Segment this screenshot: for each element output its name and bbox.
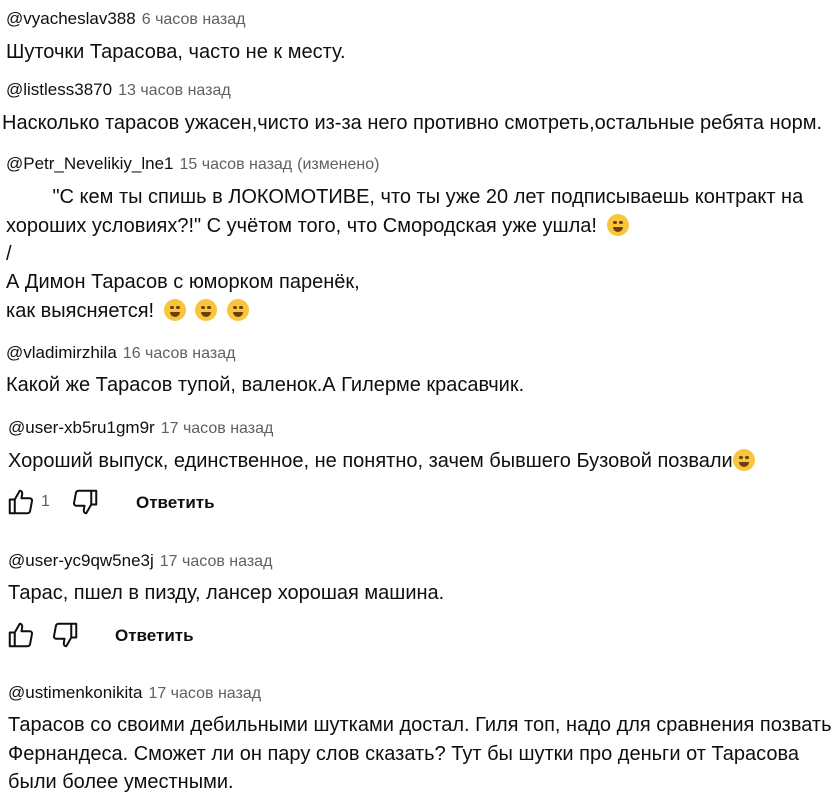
comment-text: хороших условиях?!" С учётом того, что С… — [6, 215, 597, 237]
edited-label: (изменено) — [297, 156, 380, 173]
comment-text: / — [6, 243, 12, 265]
emoji-icon — [226, 299, 249, 321]
emoji-icon — [606, 214, 629, 236]
comment-text: Шуточки Тарасова, часто не к месту. — [6, 41, 346, 63]
comment-text: "С кем ты спишь в ЛОКОМОТИВЕ, что ты уже… — [8, 186, 804, 208]
comment-time[interactable]: 17 часов назад — [160, 553, 273, 570]
reply-button[interactable]: Ответить — [115, 626, 194, 646]
comment-time[interactable]: 15 часов назад — [180, 156, 293, 173]
like-count: 1 — [41, 493, 50, 510]
comment-text: А Димон Тарасов с юморком паренёк, — [6, 271, 360, 293]
comment-author[interactable]: @user-xb5ru1gm9r — [8, 418, 155, 437]
comment-author[interactable]: @ustimenkonikita — [8, 683, 142, 702]
thumbs-down-icon[interactable] — [50, 620, 80, 650]
comment-text-line: Хороший выпуск, единственное, не понятно… — [8, 447, 755, 475]
comment-time[interactable]: 6 часов назад — [142, 11, 246, 28]
comment-author[interactable]: @vyacheslav388 — [6, 9, 136, 28]
comment-actions: 1 Ответить — [0, 487, 260, 523]
comment-author[interactable]: @vladimirzhila — [6, 343, 117, 362]
comment-text: Фернандеса. Сможет ли он пару слов сказа… — [8, 743, 800, 765]
comment-author[interactable]: @listless3870 — [6, 80, 112, 99]
comment-text: были более уместными. — [8, 771, 234, 793]
emoji-icon — [163, 299, 186, 321]
comment-text: Какой же Тарасов тупой, валенок.А Гилерм… — [6, 374, 525, 396]
reply-button[interactable]: Ответить — [136, 493, 215, 513]
comment-text-line: хороших условиях?!" С учётом того, что С… — [6, 212, 629, 240]
comment-time[interactable]: 17 часов назад — [161, 420, 274, 437]
comment-text: Хороший выпуск, единственное, не понятно… — [8, 450, 733, 472]
comment-author[interactable]: @user-yc9qw5ne3j — [8, 551, 154, 570]
comment-actions: Ответить — [0, 620, 240, 656]
comment-author[interactable]: @Petr_Nevelikiy_lne1 — [6, 154, 174, 173]
comment-time[interactable]: 13 часов назад — [118, 82, 231, 99]
comment-text: Насколько тарасов ужасен,чисто из-за нег… — [2, 112, 823, 134]
emoji-icon — [195, 299, 218, 321]
thumbs-down-icon[interactable] — [70, 487, 100, 517]
comment-time[interactable]: 16 часов назад — [123, 345, 236, 362]
comment-time[interactable]: 17 часов назад — [148, 685, 261, 702]
comment-text-line: как выясняется! — [6, 297, 249, 325]
thumbs-up-icon[interactable] — [6, 620, 36, 650]
comment-text: как выясняется! — [6, 300, 155, 322]
emoji-icon — [732, 449, 755, 471]
comment-text: Тарас, пшел в пизду, лансер хорошая маши… — [8, 582, 445, 604]
comment-text: Тарасов со своими дебильными шутками дос… — [8, 714, 832, 736]
thumbs-up-icon[interactable] — [6, 487, 36, 517]
